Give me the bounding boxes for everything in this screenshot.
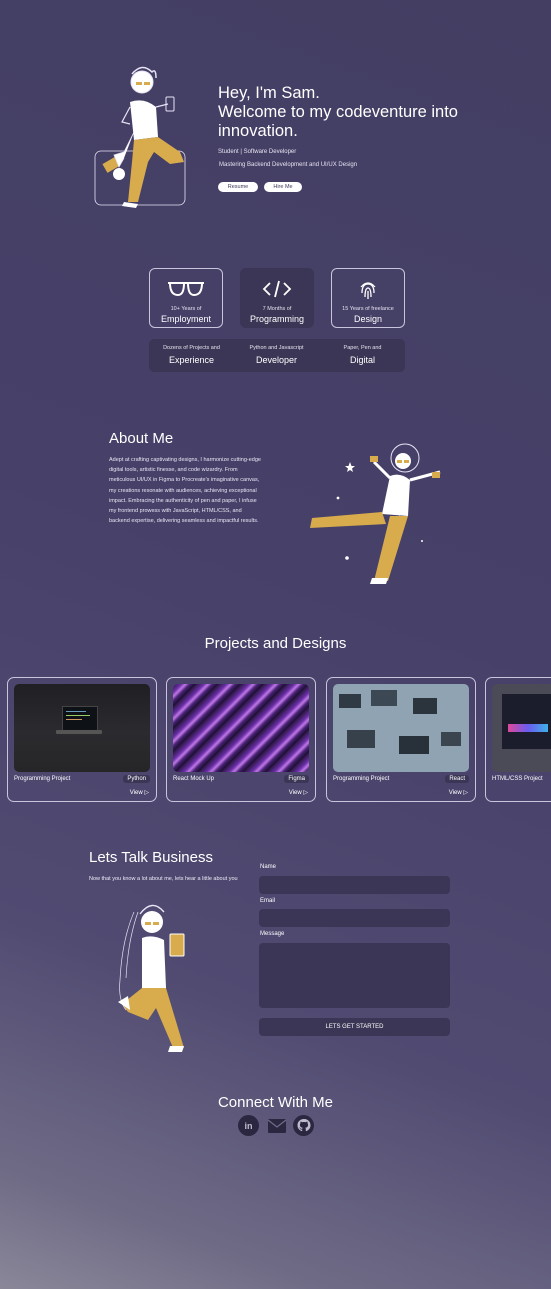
view-label: View — [129, 790, 143, 796]
stat-card-design: 15 Years of freelance Design — [331, 268, 405, 328]
experience-small: Dozens of Projects and — [163, 345, 220, 351]
project-image-laptop-code — [14, 684, 150, 772]
submit-button[interactable]: LETS GET STARTED — [259, 1018, 450, 1036]
hero-title-line-3: innovation. — [218, 122, 298, 140]
experience-item: Python and Javascript Developer — [234, 345, 319, 365]
about-heading: About Me — [109, 430, 174, 447]
experience-small: Python and Javascript — [249, 345, 304, 351]
linkedin-icon[interactable]: in — [238, 1115, 259, 1136]
experience-item: Paper, Pen and Digital — [320, 345, 405, 365]
connect-heading: Connect With Me — [217, 1094, 334, 1111]
project-image-monitor — [492, 684, 551, 772]
contact-illustration — [118, 904, 185, 1052]
fingerprint-icon — [332, 279, 404, 301]
project-image-team-desk — [333, 684, 469, 772]
experience-item: Dozens of Projects and Experience — [149, 345, 234, 365]
project-tag: Figma — [284, 775, 309, 783]
email-field[interactable] — [259, 909, 450, 927]
project-card[interactable]: HTML/CSS Project — [485, 677, 551, 802]
message-label: Message — [260, 931, 285, 937]
project-view-link[interactable]: View ▷ — [130, 789, 149, 796]
project-name: Programming Project — [333, 776, 390, 782]
stat-big: Programming — [249, 314, 305, 324]
experience-row: Dozens of Projects and Experience Python… — [149, 339, 405, 372]
project-image-purple-abstract — [173, 684, 309, 772]
hero-subtagline: Mastering Backend Development and UI/UX … — [219, 162, 358, 168]
about-text: Adept at crafting captivating designs, I… — [109, 457, 261, 525]
projects-heading: Projects and Designs — [204, 635, 347, 652]
contact-subtext: Now that you know a lot about me, lets h… — [89, 876, 238, 882]
hire-me-button[interactable]: Hire Me — [264, 182, 302, 192]
message-field[interactable] — [259, 943, 450, 1008]
hero-tagline: Student | Software Developer — [218, 149, 297, 155]
project-name: HTML/CSS Project — [492, 776, 543, 782]
project-view-link[interactable]: View ▷ — [289, 789, 308, 796]
stat-card-programming: 7 Months of Programming — [240, 268, 314, 328]
hero-title: Hey, I'm Sam. Welcome to my codeventure … — [218, 84, 518, 141]
project-card[interactable]: React Mock Up Figma View ▷ — [166, 677, 316, 802]
glasses-icon — [150, 279, 222, 301]
project-view-link[interactable]: View ▷ — [449, 789, 468, 796]
stat-big: Employment — [160, 314, 212, 324]
stat-small: 7 Months of — [262, 306, 292, 312]
play-icon: ▷ — [303, 790, 308, 796]
resume-button[interactable]: Resume — [218, 182, 258, 192]
mail-icon[interactable] — [266, 1115, 287, 1136]
view-label: View — [288, 790, 302, 796]
experience-big: Experience — [168, 355, 215, 365]
experience-big: Digital — [349, 355, 375, 365]
name-field[interactable] — [259, 876, 450, 894]
play-icon: ▷ — [463, 790, 468, 796]
name-label: Name — [260, 864, 277, 870]
stat-card-employment: 10+ Years of Employment — [149, 268, 223, 328]
email-label: Email — [260, 898, 276, 904]
contact-heading: Lets Talk Business — [89, 849, 213, 866]
project-tag: Python — [123, 775, 150, 783]
hero-title-line-1: Hey, I'm Sam. — [218, 84, 320, 102]
stat-small: 10+ Years of — [170, 306, 202, 312]
hero-title-line-2: Welcome to my codeventure into — [218, 103, 458, 121]
project-name: Programming Project — [14, 776, 71, 782]
stat-big: Design — [353, 314, 382, 324]
project-card[interactable]: Programming Project Python View ▷ — [7, 677, 157, 802]
play-icon: ▷ — [144, 790, 149, 796]
project-tag: React — [445, 775, 469, 783]
experience-big: Developer — [255, 355, 298, 365]
view-label: View — [448, 790, 462, 796]
experience-small: Paper, Pen and — [343, 345, 382, 351]
project-name: React Mock Up — [173, 776, 215, 782]
project-card[interactable]: Programming Project React View ▷ — [326, 677, 476, 802]
hero-illustration — [94, 66, 186, 208]
github-icon[interactable] — [293, 1115, 314, 1136]
stat-small: 15 Years of freelance — [342, 306, 394, 312]
code-icon — [241, 279, 313, 301]
about-illustration — [310, 443, 441, 584]
